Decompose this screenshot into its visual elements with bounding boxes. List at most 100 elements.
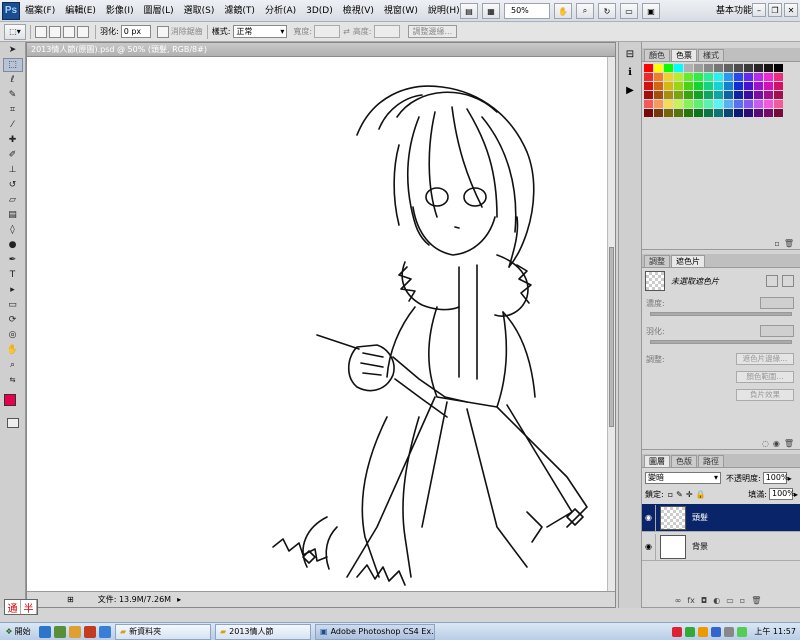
dodge-tool-icon[interactable]: ● — [3, 238, 23, 252]
swatch[interactable] — [704, 73, 713, 81]
swatch[interactable] — [694, 109, 703, 117]
refine-edge-button[interactable]: 調整邊緣... — [407, 25, 458, 38]
swatch[interactable] — [774, 91, 783, 99]
swatch[interactable] — [714, 91, 723, 99]
swatch[interactable] — [654, 73, 663, 81]
swatch[interactable] — [684, 73, 693, 81]
rotate-view-icon[interactable]: ↻ — [598, 3, 616, 19]
layer-row-hair[interactable]: ◉ 頭髮 — [642, 504, 800, 532]
eraser-tool-icon[interactable]: ▱ — [3, 193, 23, 207]
swatch[interactable] — [654, 100, 663, 108]
zoom-icon[interactable]: ⌕ — [3, 358, 23, 372]
swatch[interactable] — [664, 73, 673, 81]
swatch[interactable] — [714, 82, 723, 90]
swatch[interactable] — [754, 82, 763, 90]
workspace-switcher[interactable]: 基本功能 — [716, 3, 752, 16]
swatch[interactable] — [714, 64, 723, 72]
new-group-icon[interactable]: ▭ — [726, 596, 734, 605]
zoom-level-field[interactable]: ⊞ — [67, 595, 74, 604]
swatch[interactable] — [744, 100, 753, 108]
swatch[interactable] — [734, 64, 743, 72]
info-panel-icon[interactable]: ℹ — [623, 66, 637, 78]
mask-feather-slider[interactable] — [650, 340, 792, 344]
vertical-scrollbar[interactable] — [607, 57, 615, 593]
swatch[interactable] — [764, 64, 773, 72]
delete-layer-icon[interactable]: 🗑 — [751, 596, 761, 605]
style-select[interactable]: 正常 ▾ — [233, 25, 288, 38]
menu-select[interactable]: 選取(S) — [179, 0, 220, 22]
swatch[interactable] — [704, 82, 713, 90]
menu-image[interactable]: 影像(I) — [101, 0, 139, 22]
brush-tool-icon[interactable]: ✐ — [3, 148, 23, 162]
swatch[interactable] — [684, 100, 693, 108]
add-selection-icon[interactable] — [49, 25, 61, 38]
swatch[interactable] — [734, 109, 743, 117]
tab-channels[interactable]: 色版 — [671, 455, 697, 467]
swatch[interactable] — [704, 64, 713, 72]
network-icon[interactable] — [737, 626, 748, 637]
swatch[interactable] — [644, 109, 653, 117]
invert-button[interactable]: 負片效果 — [736, 389, 794, 401]
start-button[interactable]: ❖ 開始 — [0, 624, 36, 640]
menu-help[interactable]: 說明(H) — [423, 0, 465, 22]
tab-masks[interactable]: 遮色片 — [671, 255, 705, 267]
crop-tool-icon[interactable]: ⌗ — [3, 103, 23, 117]
layer-style-icon[interactable]: fx — [687, 596, 695, 605]
clone-stamp-icon[interactable]: ⊥ — [3, 163, 23, 177]
layer-row-background[interactable]: ◉ 背景 — [642, 533, 800, 561]
view-extras-icon[interactable]: ▦ — [482, 3, 500, 19]
swatch[interactable] — [654, 64, 663, 72]
pen-tool-icon[interactable]: ✒ — [3, 253, 23, 267]
swatch[interactable] — [724, 82, 733, 90]
new-swatch-icon[interactable]: ▫ — [774, 239, 779, 248]
swatch[interactable] — [754, 64, 763, 72]
quick-mask-icon[interactable] — [7, 418, 19, 428]
tool-preset-picker[interactable]: ⬚▾ — [4, 23, 26, 40]
swatch[interactable] — [684, 91, 693, 99]
subtract-selection-icon[interactable] — [63, 25, 75, 38]
gradient-tool-icon[interactable]: ▤ — [3, 208, 23, 222]
color-range-button[interactable]: 顏色範圍... — [736, 371, 794, 383]
vector-mask-icon[interactable] — [782, 275, 794, 287]
swatch[interactable] — [644, 73, 653, 81]
swatch[interactable] — [694, 64, 703, 72]
feather-input[interactable]: 0 px — [120, 25, 151, 38]
antialias-checkbox[interactable] — [156, 25, 169, 38]
width-input[interactable] — [314, 25, 341, 38]
lock-position-icon[interactable]: ✛ — [686, 490, 693, 499]
swatch[interactable] — [654, 82, 663, 90]
task-valentine-folder[interactable]: ▰ 2013情人節 — [215, 623, 311, 640]
eye-icon[interactable]: ◉ — [773, 439, 780, 448]
ie-browser-icon[interactable] — [39, 625, 51, 638]
tab-swatches[interactable]: 色票 — [671, 49, 697, 61]
hand-tool-icon[interactable]: ✋ — [554, 3, 572, 19]
swatch[interactable] — [744, 64, 753, 72]
swatch[interactable] — [694, 73, 703, 81]
tab-color[interactable]: 顏色 — [644, 49, 670, 61]
close-icon[interactable]: ✕ — [784, 3, 798, 17]
swatch[interactable] — [664, 64, 673, 72]
hand-icon[interactable]: ✋ — [3, 343, 23, 357]
swatch[interactable] — [774, 109, 783, 117]
swatch[interactable] — [774, 64, 783, 72]
swatch[interactable] — [724, 73, 733, 81]
tab-styles[interactable]: 樣式 — [698, 49, 724, 61]
swap-colors-icon[interactable]: ⇆ — [3, 373, 23, 387]
swatch[interactable] — [694, 82, 703, 90]
history-brush-icon[interactable]: ↺ — [3, 178, 23, 192]
density-slider[interactable] — [650, 312, 792, 316]
swatch[interactable] — [774, 100, 783, 108]
swatch[interactable] — [774, 73, 783, 81]
lock-transparent-icon[interactable]: ▫ — [668, 490, 673, 499]
swatch[interactable] — [674, 109, 683, 117]
app-icon[interactable] — [84, 625, 96, 638]
move-tool-icon[interactable]: ➤ — [3, 43, 23, 57]
tray-icon-1[interactable] — [672, 626, 683, 637]
load-selection-icon[interactable]: ◌ — [762, 439, 769, 448]
swatch[interactable] — [674, 64, 683, 72]
tab-adjustments[interactable]: 調整 — [644, 255, 670, 267]
arrange-documents-icon[interactable]: ▭ — [620, 3, 638, 19]
tab-layers[interactable]: 圖層 — [644, 455, 670, 467]
swatch[interactable] — [724, 64, 733, 72]
3d-orbit-icon[interactable]: ◎ — [3, 328, 23, 342]
